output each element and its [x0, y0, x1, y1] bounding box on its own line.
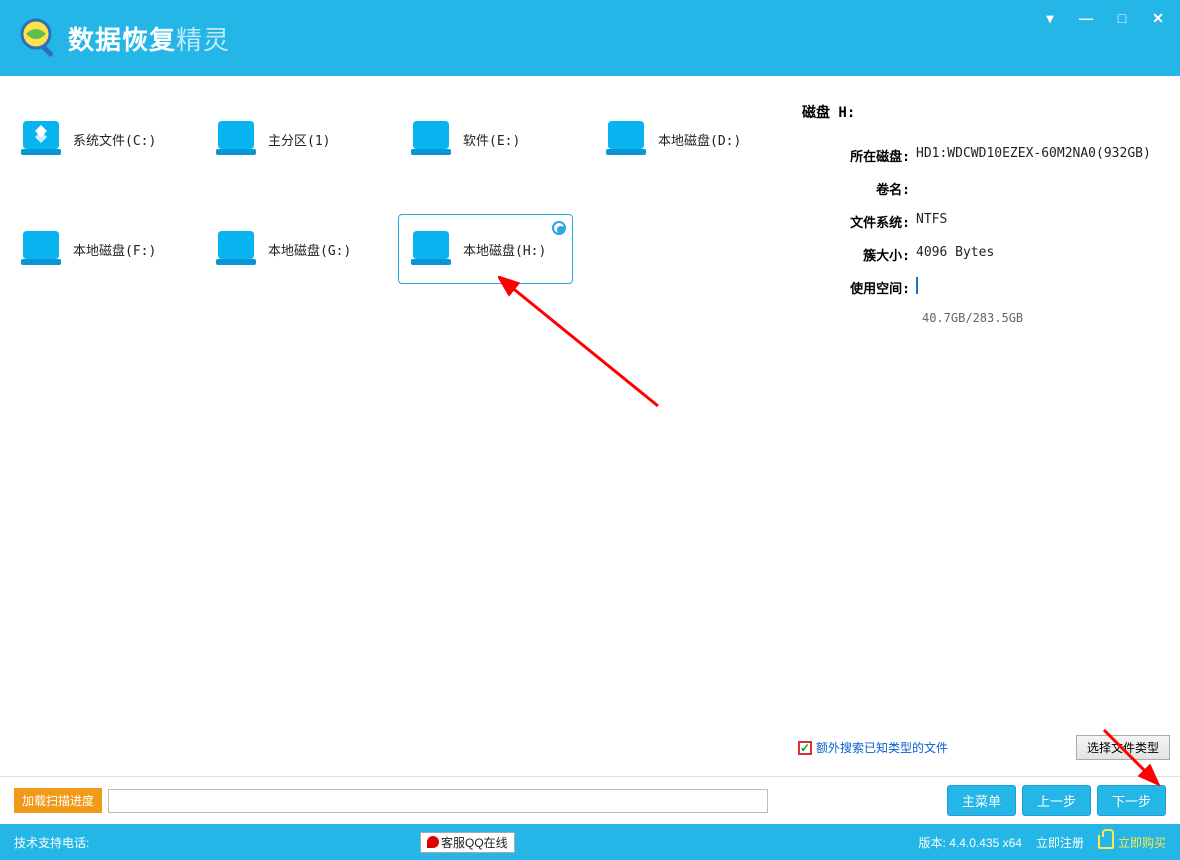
main-menu-button[interactable]: 主菜单 — [947, 785, 1016, 816]
usage-text: 40.7GB/283.5GB — [922, 311, 1170, 325]
info-label: 卷名: — [798, 179, 916, 198]
disk-item-primary[interactable]: 主分区(1) — [203, 104, 398, 174]
disk-item-c[interactable]: 系统文件(C:) — [8, 104, 203, 174]
info-label: 簇大小: — [798, 245, 916, 264]
disk-system-icon — [17, 119, 65, 159]
info-value: NTFS — [916, 212, 947, 231]
disk-item-f[interactable]: 本地磁盘(F:) — [8, 214, 203, 284]
select-file-type-button[interactable]: 选择文件类型 — [1076, 735, 1170, 760]
disk-icon — [407, 229, 455, 269]
disk-label: 软件(E:) — [463, 130, 520, 149]
app-title-suffix: 精灵 — [176, 20, 230, 57]
footer-bar: 技术支持电话: 客服QQ在线 版本: 4.4.0.435 x64 立即注册 立即… — [0, 824, 1180, 860]
disk-grid: 系统文件(C:) 主分区(1) 软件(E:) — [8, 104, 788, 324]
logo-icon — [16, 16, 60, 60]
info-row-fs: 文件系统: NTFS — [798, 212, 1170, 231]
disk-label: 系统文件(C:) — [73, 130, 156, 149]
disk-item-d[interactable]: 本地磁盘(D:) — [593, 104, 788, 174]
register-link[interactable]: 立即注册 — [1036, 834, 1084, 851]
qq-icon — [427, 836, 439, 848]
app-logo: 数据恢复精灵 — [16, 16, 230, 60]
minimize-icon[interactable]: — — [1078, 10, 1094, 26]
disk-item-e[interactable]: 软件(E:) — [398, 104, 593, 174]
disk-icon — [212, 119, 260, 159]
support-label: 技术支持电话: — [14, 834, 89, 851]
support-phone: 技术支持电话: — [14, 834, 89, 851]
disk-label: 本地磁盘(H:) — [463, 240, 546, 259]
disk-icon — [602, 119, 650, 159]
disk-label: 主分区(1) — [268, 130, 330, 149]
extra-search-checkbox[interactable]: ✓ — [798, 741, 812, 755]
buy-link[interactable]: 立即购买 — [1098, 834, 1166, 851]
main-content: 系统文件(C:) 主分区(1) 软件(E:) — [0, 76, 1180, 776]
disk-select-pane: 系统文件(C:) 主分区(1) 软件(E:) — [0, 76, 788, 776]
dropdown-icon[interactable]: ▾ — [1042, 10, 1058, 26]
info-row-disk: 所在磁盘: HD1:WDCWD10EZEX-60M2NA0(932GB) — [798, 146, 1170, 165]
info-row-usage: 使用空间: — [798, 278, 1170, 297]
disk-info-panel: 磁盘 H: 所在磁盘: HD1:WDCWD10EZEX-60M2NA0(932G… — [788, 76, 1180, 776]
radio-selected-icon — [552, 221, 566, 235]
version-text: 版本: 4.4.0.435 x64 — [919, 834, 1022, 851]
next-button[interactable]: 下一步 — [1097, 785, 1166, 816]
buy-label: 立即购买 — [1118, 834, 1166, 851]
info-value: HD1:WDCWD10EZEX-60M2NA0(932GB) — [916, 146, 1151, 165]
info-label: 所在磁盘: — [798, 146, 916, 165]
close-icon[interactable]: ✕ — [1150, 10, 1166, 26]
disk-label: 本地磁盘(F:) — [73, 240, 156, 259]
cart-icon — [1098, 835, 1114, 849]
maximize-icon[interactable]: □ — [1114, 10, 1130, 26]
app-title-main: 数据恢复 — [68, 20, 176, 57]
disk-icon — [212, 229, 260, 269]
info-value: 4096 Bytes — [916, 245, 994, 264]
info-title: 磁盘 H: — [798, 102, 1170, 122]
disk-icon — [407, 119, 455, 159]
load-progress-button[interactable]: 加载扫描进度 — [14, 788, 102, 813]
disk-label: 本地磁盘(G:) — [268, 240, 351, 259]
progress-input[interactable] — [108, 789, 768, 813]
info-row-volume: 卷名: — [798, 179, 1170, 198]
info-label: 使用空间: — [798, 278, 916, 297]
action-bar: 加载扫描进度 主菜单 上一步 下一步 — [0, 776, 1180, 824]
info-row-cluster: 簇大小: 4096 Bytes — [798, 245, 1170, 264]
title-bar: 数据恢复精灵 ▾ — □ ✕ — [0, 0, 1180, 76]
qq-label: 客服QQ在线 — [441, 834, 508, 851]
disk-icon — [17, 229, 65, 269]
prev-button[interactable]: 上一步 — [1022, 785, 1091, 816]
info-label: 文件系统: — [798, 212, 916, 231]
usage-bar — [916, 277, 918, 294]
extra-options-row: ✓ 额外搜索已知类型的文件 选择文件类型 — [798, 735, 1170, 760]
qq-support-badge[interactable]: 客服QQ在线 — [420, 832, 515, 853]
disk-label: 本地磁盘(D:) — [658, 130, 741, 149]
disk-item-h[interactable]: 本地磁盘(H:) — [398, 214, 573, 284]
disk-item-g[interactable]: 本地磁盘(G:) — [203, 214, 398, 284]
extra-search-label: 额外搜索已知类型的文件 — [816, 739, 948, 756]
